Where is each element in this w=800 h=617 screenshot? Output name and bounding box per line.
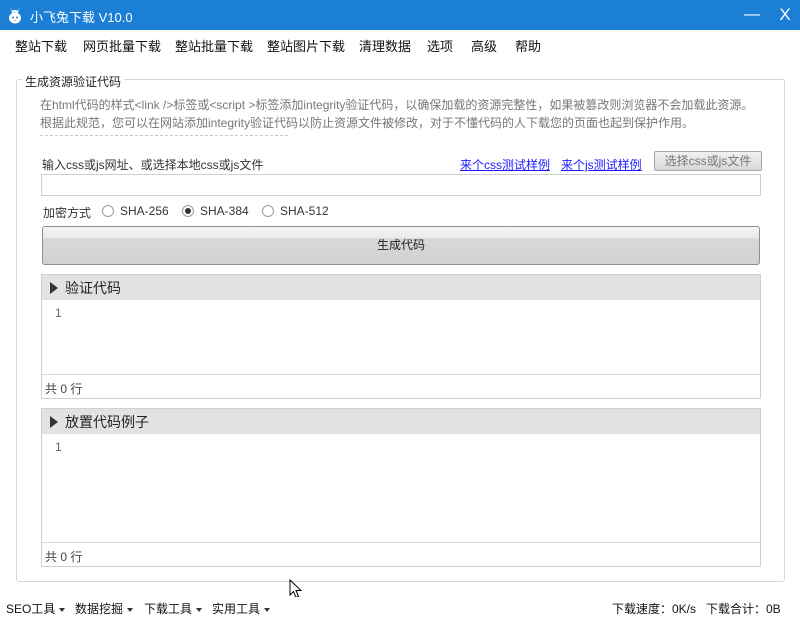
- mouse-pointer-icon: [289, 579, 303, 599]
- choose-file-button[interactable]: 选择css或js文件: [654, 151, 762, 171]
- menu-options[interactable]: 选项: [427, 36, 453, 55]
- verification-code-editor[interactable]: 1: [42, 300, 760, 374]
- triangle-right-icon: [50, 415, 58, 428]
- radio-circle-icon: [262, 205, 274, 217]
- close-icon: X: [779, 5, 791, 24]
- data-mining-label: 数据挖掘: [75, 602, 124, 616]
- status-bar: SEO工具 数据挖掘 下载工具 实用工具 下载速度：0K/s 下载合计：0B: [0, 597, 800, 617]
- dashed-divider: [40, 135, 288, 136]
- css-sample-link[interactable]: 来个css测试样例: [460, 156, 550, 173]
- verification-code-line-count: 共 0 行: [42, 374, 760, 398]
- radio-selected-icon: [182, 205, 194, 217]
- radio-sha256[interactable]: SHA-256: [102, 204, 169, 218]
- menu-site-batch-download[interactable]: 整站批量下载: [175, 36, 253, 55]
- minimize-button[interactable]: —: [740, 4, 764, 26]
- data-mining-menu[interactable]: 数据挖掘: [75, 600, 134, 617]
- seo-tools-menu[interactable]: SEO工具: [6, 600, 66, 617]
- radio-sha512-label: SHA-512: [280, 204, 329, 218]
- placement-example-editor[interactable]: 1: [42, 434, 760, 542]
- radio-sha512[interactable]: SHA-512: [262, 204, 329, 218]
- radio-sha384[interactable]: SHA-384: [182, 204, 249, 218]
- triangle-right-icon: [50, 281, 58, 294]
- verification-code-panel: 验证代码 1 共 0 行: [41, 274, 761, 399]
- menu-page-batch-download[interactable]: 网页批量下载: [83, 36, 161, 55]
- menu-bar: 整站下载 网页批量下载 整站批量下载 整站图片下载 清理数据 选项 高级 帮助: [0, 30, 800, 56]
- radio-sha384-label: SHA-384: [200, 204, 249, 218]
- window-title: 小飞兔下载 V10.0: [30, 10, 133, 25]
- menu-site-image-download[interactable]: 整站图片下载: [267, 36, 345, 55]
- source-url-input[interactable]: [41, 174, 761, 196]
- rabbit-logo-icon: [9, 6, 21, 24]
- radio-sha256-label: SHA-256: [120, 204, 169, 218]
- verification-code-header[interactable]: 验证代码: [42, 275, 760, 300]
- menu-advanced[interactable]: 高级: [471, 36, 497, 55]
- seo-tools-label: SEO工具: [6, 602, 56, 616]
- js-sample-link[interactable]: 来个js测试样例: [561, 156, 642, 173]
- placement-example-title: 放置代码例子: [65, 413, 149, 430]
- menu-help[interactable]: 帮助: [515, 36, 541, 55]
- download-speed: 下载速度：0K/s: [612, 602, 697, 616]
- generate-code-button[interactable]: 生成代码: [42, 226, 760, 265]
- title-bar: 小飞兔下载 V10.0 — X: [0, 0, 800, 30]
- placement-example-panel: 放置代码例子 1 共 0 行: [41, 408, 761, 567]
- description-line-1: 在html代码的样式<link />标签或<script >标签添加integr…: [40, 98, 754, 112]
- line-number: 1: [55, 440, 62, 454]
- placement-example-line-count: 共 0 行: [42, 542, 760, 566]
- close-button[interactable]: X: [773, 4, 797, 26]
- source-input-label: 输入css或js网址、或选择本地css或js文件: [42, 158, 264, 172]
- radio-circle-icon: [102, 205, 114, 217]
- utility-tools-menu[interactable]: 实用工具: [212, 600, 271, 617]
- encryption-label: 加密方式: [43, 206, 92, 220]
- download-tools-menu[interactable]: 下载工具: [144, 600, 203, 617]
- menu-clear-data[interactable]: 清理数据: [359, 36, 411, 55]
- caret-down-icon: [264, 607, 271, 612]
- caret-down-icon: [196, 607, 203, 612]
- group-title: 生成资源验证代码: [22, 73, 125, 90]
- download-total: 下载合计：0B: [706, 602, 781, 616]
- verification-code-title: 验证代码: [65, 279, 121, 296]
- placement-example-header[interactable]: 放置代码例子: [42, 409, 760, 434]
- caret-down-icon: [59, 607, 66, 612]
- caret-down-icon: [127, 607, 134, 612]
- line-number: 1: [55, 306, 62, 320]
- download-tools-label: 下载工具: [144, 602, 193, 616]
- minimize-icon: —: [744, 6, 760, 23]
- description-line-2: 根据此规范，您可以在网站添加integrity验证代码以防止资源文件被修改，对于…: [40, 116, 695, 130]
- menu-site-download[interactable]: 整站下载: [15, 36, 67, 55]
- utility-tools-label: 实用工具: [212, 602, 261, 616]
